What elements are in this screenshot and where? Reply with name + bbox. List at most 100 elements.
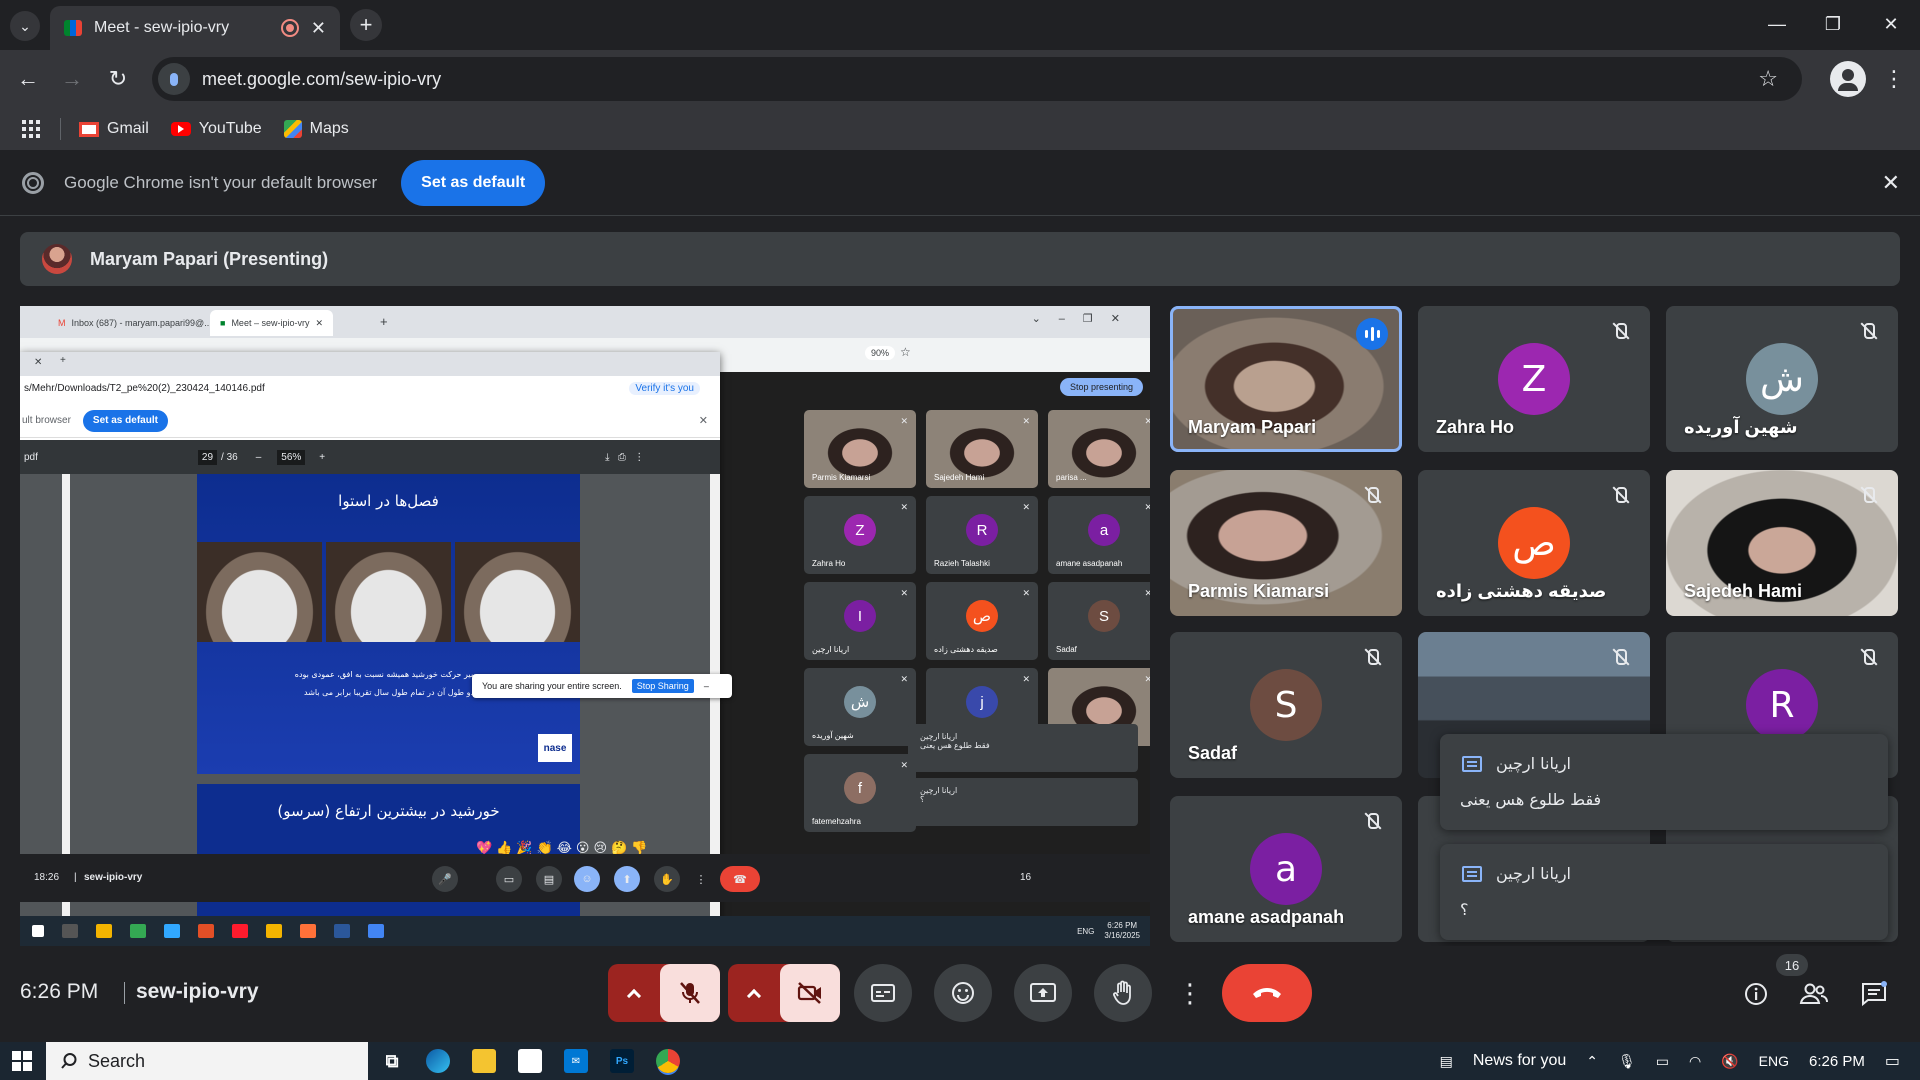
video-options-button[interactable] <box>728 964 780 1022</box>
file-explorer-icon[interactable] <box>472 1049 496 1073</box>
participant-tile[interactable]: a amane asadpanah <box>1170 796 1402 942</box>
chat-notification[interactable]: اریانا ارچین ؟ <box>1440 844 1888 940</box>
mic-muted-icon: ✕ <box>900 588 908 598</box>
bookmark-youtube[interactable]: YouTube <box>170 120 262 138</box>
participant-name: Parmis Kiamarsi <box>1188 581 1330 601</box>
participant-tile[interactable]: ص صدیقه دهشتی زاده <box>1418 470 1650 616</box>
presenter-label: Maryam Papari (Presenting) <box>90 248 329 269</box>
new-tab-button[interactable]: + <box>350 9 382 41</box>
avatar: j <box>966 686 998 718</box>
back-button[interactable]: ← <box>12 63 44 95</box>
shared-participant-tile: ص ✕ صدیقه دهشتی زاده <box>926 582 1038 660</box>
participant-name: fatemehzahra <box>812 817 861 826</box>
participant-tile[interactable]: Maryam Papari <box>1170 306 1402 452</box>
tab-close-icon[interactable]: ✕ <box>311 18 326 39</box>
participant-count-badge: 16 <box>1776 954 1808 976</box>
chat-notification[interactable]: اریانا ارچین فقط طلوع هس یعنی <box>1440 734 1888 830</box>
tab-meet[interactable]: Meet - sew-ipio-vry ✕ <box>50 6 340 50</box>
participant-tile[interactable]: ش شهین آوریده <box>1666 306 1898 452</box>
avatar: Z <box>1498 343 1570 415</box>
shared-participant-tile: f ✕ fatemehzahra <box>804 754 916 832</box>
language-indicator[interactable]: ENG <box>1759 1053 1789 1069</box>
emoji-icon <box>952 982 974 1004</box>
infobar-close-icon[interactable]: ✕ <box>1882 170 1900 196</box>
url-text[interactable]: meet.google.com/sew-ipio-vry <box>202 69 1758 90</box>
notifications-icon[interactable]: ▭ <box>1885 1051 1900 1071</box>
hand-icon <box>1113 980 1131 1005</box>
restore-button[interactable]: ❐ <box>1810 8 1856 40</box>
set-as-default-button[interactable]: Set as default <box>401 159 546 206</box>
participant-tile[interactable]: S Sadaf <box>1170 632 1402 778</box>
avatar: Z <box>844 514 876 546</box>
shared-tab-meet: ■ Meet – sew-ipio-vry ✕ <box>210 310 334 336</box>
apps-grid-icon[interactable] <box>22 120 40 138</box>
edge-icon[interactable] <box>426 1049 450 1073</box>
forward-button[interactable]: → <box>56 63 88 95</box>
participant-tile[interactable]: Z Zahra Ho <box>1418 306 1650 452</box>
browser-menu-icon[interactable]: ⋮ <box>1882 62 1906 96</box>
photoshop-icon[interactable]: Ps <box>610 1049 634 1073</box>
microphone-in-use-icon[interactable] <box>158 63 190 95</box>
bookmark-maps[interactable]: Maps <box>283 120 349 138</box>
avatar: ش <box>844 686 876 718</box>
shared-screen: MInbox (687) - maryam.papari99@... ✕ ■Me… <box>20 306 1150 946</box>
wifi-icon[interactable]: ◠ <box>1689 1053 1701 1070</box>
meet-favicon-icon <box>64 20 82 36</box>
meeting-details-button[interactable] <box>1736 974 1776 1014</box>
avatar: ش <box>1746 343 1818 415</box>
chat-message: ؟ <box>1460 900 1469 919</box>
hang-up-icon <box>1253 988 1281 998</box>
participant-tile[interactable]: Sajedeh Hami <box>1666 470 1898 616</box>
reactions-button[interactable] <box>934 964 992 1022</box>
unmute-button[interactable] <box>660 964 720 1022</box>
raise-hand-button[interactable] <box>1094 964 1152 1022</box>
shared-new-tab-icon: + <box>380 314 388 329</box>
window-close-button[interactable]: ✕ <box>1868 8 1914 40</box>
more-options-button[interactable]: ⋮ <box>1174 964 1206 1022</box>
mail-icon[interactable]: ✉ <box>564 1049 588 1073</box>
participant-name: amane asadpanah <box>1056 559 1123 568</box>
reload-button[interactable]: ↻ <box>102 63 134 95</box>
mic-muted-icon: ✕ <box>1022 416 1030 426</box>
volume-muted-icon[interactable]: 🔇 <box>1721 1053 1738 1070</box>
shared-windows-taskbar: ENG 6:26 PM 3/16/2025 <box>20 916 1150 946</box>
taskbar-search[interactable]: Search <box>46 1042 368 1080</box>
news-widget-icon[interactable]: ▤ <box>1440 1053 1453 1070</box>
minimize-button[interactable]: — <box>1754 8 1800 40</box>
camera-control <box>728 964 840 1022</box>
chrome-icon <box>22 171 44 194</box>
people-button[interactable] <box>1794 974 1834 1014</box>
shared-participant-tile: ✕ Sajedeh Hami <box>926 410 1038 488</box>
shared-participant-tile: S ✕ Sadaf <box>1048 582 1150 660</box>
task-view-icon[interactable]: ⧉ <box>380 1049 404 1073</box>
chrome-taskbar-icon[interactable] <box>656 1049 680 1073</box>
shared-tab-strip: MInbox (687) - maryam.papari99@... ✕ ■Me… <box>20 306 1150 338</box>
leave-call-button[interactable] <box>1222 964 1312 1022</box>
participant-tile[interactable]: Parmis Kiamarsi <box>1170 470 1402 616</box>
profile-avatar[interactable] <box>1830 61 1866 97</box>
present-screen-button[interactable] <box>1014 964 1072 1022</box>
mic-muted-icon <box>1608 644 1634 670</box>
bookmark-gmail[interactable]: Gmail <box>79 120 149 138</box>
screen-share-notice: You are sharing your entire screen. Stop… <box>472 674 732 698</box>
taskbar-clock[interactable]: 6:26 PM <box>1809 1053 1865 1070</box>
browser-toolbar: ← → ↻ meet.google.com/sew-ipio-vry ☆ ⋮ <box>0 50 1920 108</box>
bookmark-star-icon[interactable]: ☆ <box>1758 66 1778 92</box>
news-widget[interactable]: News for you <box>1473 1052 1566 1070</box>
shared-participant-tile: a ✕ amane asadpanah <box>1048 496 1150 574</box>
battery-icon[interactable]: ▭ <box>1656 1053 1669 1070</box>
shared-chat-popup: اریانا ارچین فقط طلوع هس یعنی <box>908 724 1138 772</box>
chat-button[interactable] <box>1854 974 1894 1014</box>
tray-chevron-icon[interactable]: ⌃ <box>1586 1053 1598 1070</box>
chat-author: اریانا ارچین <box>1496 754 1571 773</box>
audio-options-button[interactable] <box>608 964 660 1022</box>
participant-name: Parmis Kiamarsi <box>812 473 871 482</box>
tab-search-chevron-icon[interactable]: ⌄ <box>10 11 40 41</box>
windows-start-icon[interactable] <box>12 1051 32 1071</box>
divider <box>60 118 61 140</box>
search-placeholder: Search <box>88 1050 146 1071</box>
turn-on-camera-button[interactable] <box>780 964 840 1022</box>
captions-button[interactable] <box>854 964 912 1022</box>
store-icon[interactable] <box>518 1049 542 1073</box>
address-bar[interactable]: meet.google.com/sew-ipio-vry ☆ <box>152 57 1802 101</box>
